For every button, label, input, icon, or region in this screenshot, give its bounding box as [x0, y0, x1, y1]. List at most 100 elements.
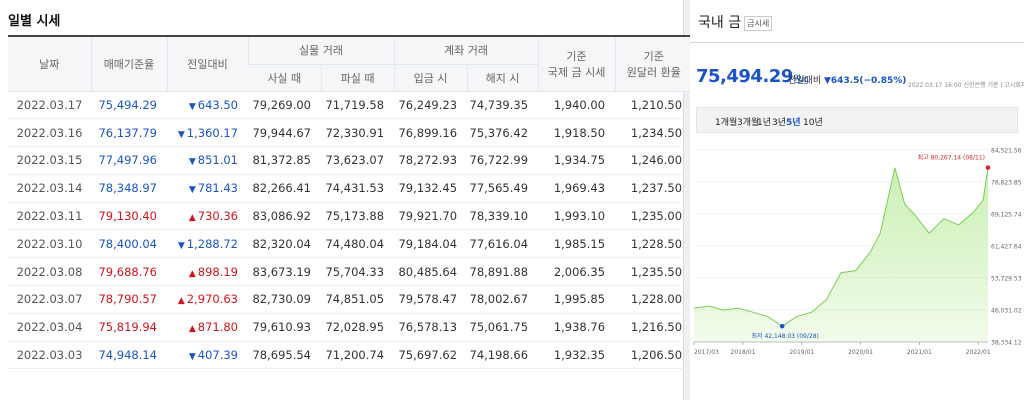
cell-withdraw: 78,002.67 [467, 285, 539, 314]
cell-fx: 1,237.50 [615, 174, 693, 203]
arrow-down-icon: ▼ [177, 129, 185, 140]
cell-sell: 74,480.04 [321, 229, 395, 259]
table-row: 2022.03.14 78,348.97 ▼ 781.43 82,266.41 74,43… [8, 174, 693, 203]
low-label: 최저 42,148.03 (09/28) [752, 332, 819, 340]
cell-change: ▲ 871.80 [167, 313, 248, 342]
arrow-down-icon: ▼ [188, 185, 196, 196]
x-tick-label: 2022/01 [966, 349, 991, 356]
header-withdraw: 해지 시 [466, 64, 539, 92]
low-point [779, 323, 785, 329]
cell-buy: 79,610.93 [248, 313, 321, 342]
cell-intl: 1,985.15 [538, 229, 616, 259]
cell-sell: 72,330.91 [321, 118, 395, 148]
header-buy: 사실 때 [248, 64, 321, 92]
y-tick-label: 84,521.56 [991, 148, 1022, 155]
tab-3[interactable]: 3년 [772, 115, 786, 128]
cell-buy: 82,266.41 [248, 174, 321, 203]
cell-withdraw: 77,616.04 [467, 229, 539, 259]
cell-date: 2022.03.14 [8, 174, 91, 203]
tab-0[interactable]: 1개월 [715, 115, 737, 128]
cell-fx: 1,228.50 [615, 229, 693, 259]
cell-deposit: 78,272.93 [394, 146, 468, 175]
cell-date: 2022.03.08 [8, 257, 91, 287]
cell-sell: 72,028.95 [321, 313, 395, 342]
cell-base: 78,400.04 [91, 229, 167, 259]
cell-deposit: 76,899.16 [394, 118, 468, 148]
header-fx: 기준 원달러 환율 [614, 35, 693, 92]
cell-withdraw: 77,565.49 [467, 174, 539, 203]
cell-base: 78,790.57 [91, 285, 167, 314]
cell-change: ▼ 407.39 [167, 341, 248, 370]
arrow-up-icon: ▲ [188, 213, 196, 224]
x-tick-label: 2020/01 [848, 349, 873, 356]
cell-base: 75,819.94 [91, 313, 167, 342]
cell-sell: 75,173.88 [321, 202, 395, 231]
header-change: 전일대비 [166, 35, 248, 92]
table-row: 2022.03.11 79,130.40 ▲ 730.36 83,086.92 75,17… [8, 202, 693, 231]
cell-intl: 1,940.00 [538, 91, 616, 120]
header-deposit: 입금 시 [393, 64, 468, 92]
gold-price-badge[interactable]: 금시세 [744, 15, 773, 31]
cell-fx: 1,206.50 [615, 341, 693, 370]
cell-buy: 82,320.04 [248, 229, 321, 259]
tab-2[interactable]: 1년 [757, 115, 771, 128]
domestic-gold-panel: 국내 금 금시세 75,494.29원/g 전일대비 ▼643.5(−0.85%)… [690, 0, 1024, 400]
cell-base: 79,688.76 [91, 257, 167, 287]
header-base: 매매기준율 [90, 35, 167, 92]
cell-sell: 71,719.58 [321, 91, 395, 120]
cell-withdraw: 75,376.42 [467, 118, 539, 148]
arrow-down-icon: ▼ [188, 352, 196, 363]
cell-withdraw: 75,061.75 [467, 313, 539, 342]
cell-deposit: 79,184.04 [394, 229, 468, 259]
cell-buy: 79,944.67 [248, 118, 321, 148]
x-tick-label: 2019/01 [789, 349, 814, 356]
cell-change: ▲ 898.19 [167, 257, 248, 287]
cell-fx: 1,235.00 [615, 202, 693, 231]
price-change: 전일대비 ▼643.5(−0.85%) [788, 76, 907, 86]
arrow-up-icon: ▲ [188, 268, 196, 279]
x-tick-label: 2017/03 [694, 349, 719, 356]
y-tick-label: 61,427.64 [991, 244, 1022, 251]
cell-sell: 74,851.05 [321, 285, 395, 314]
daily-price-panel: 일별 시세 날짜 매매기준율 전일대비 실물 거래 계좌 거래 기준 국제 금 시… [0, 0, 693, 400]
daily-price-table: 날짜 매매기준율 전일대비 실물 거래 계좌 거래 기준 국제 금 시세 기준 원달… [8, 35, 693, 370]
cell-deposit: 79,578.47 [394, 285, 468, 314]
cell-fx: 1,210.50 [615, 91, 693, 120]
table-row: 2022.03.03 74,948.14 ▼ 407.39 78,695.54 71,20… [8, 341, 693, 370]
tab-5[interactable]: 10년 [803, 115, 823, 128]
arrow-down-icon: ▼ [188, 157, 196, 168]
cell-fx: 1,235.50 [615, 257, 693, 287]
table-row: 2022.03.16 76,137.79 ▼ 1,360.17 79,944.67 72,… [8, 118, 693, 148]
cell-change: ▼ 1,360.17 [167, 118, 248, 148]
cell-buy: 82,730.09 [248, 285, 321, 314]
y-tick-label: 46,031.02 [991, 308, 1022, 315]
header-sell: 파실 때 [320, 64, 395, 92]
gold-price-chart: 84,521.56 76,823.85 69,125.74 61,427.64 53,7… [693, 148, 1022, 356]
y-tick-label: 38,334.12 [991, 340, 1022, 347]
cell-change: ▲ 730.36 [167, 202, 248, 231]
cell-base: 74,948.14 [91, 341, 167, 370]
table-row: 2022.03.04 75,819.94 ▲ 871.80 79,610.93 72,02… [8, 313, 693, 342]
cell-change: ▼ 781.43 [167, 174, 248, 203]
header-intl: 기준 국제 금 시세 [537, 35, 616, 92]
cell-sell: 74,431.53 [321, 174, 395, 203]
cell-date: 2022.03.04 [8, 313, 91, 342]
cell-date: 2022.03.11 [8, 202, 91, 231]
table-row: 2022.03.07 78,790.57 ▲ 2,970.63 82,730.09 74,… [8, 285, 693, 314]
header-account: 계좌 거래 [393, 35, 539, 65]
header-physical: 실물 거래 [247, 35, 395, 65]
tab-1[interactable]: 3개월 [737, 115, 759, 128]
cell-buy: 81,372.85 [248, 146, 321, 175]
cell-change: ▲ 2,970.63 [167, 285, 248, 314]
cell-deposit: 79,921.70 [394, 202, 468, 231]
high-label: 최고 80,267.14 (08/11) [918, 154, 985, 162]
cell-deposit: 76,249.23 [394, 91, 468, 120]
tab-4[interactable]: 5년 [786, 115, 801, 128]
y-tick-label: 69,125.74 [991, 212, 1022, 219]
cell-base: 76,137.79 [91, 118, 167, 148]
cell-deposit: 75,697.62 [394, 341, 468, 370]
cell-sell: 73,623.07 [321, 146, 395, 175]
cell-date: 2022.03.17 [8, 91, 91, 120]
cell-change: ▼ 643.50 [167, 91, 248, 120]
cell-intl: 1,932.35 [538, 341, 616, 370]
